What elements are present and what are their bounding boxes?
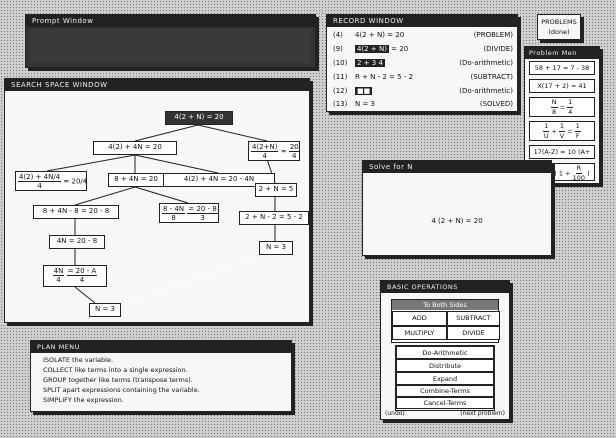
record-highlight: 4(2 + N) <box>355 45 389 53</box>
record-row[interactable]: (9) 4(2 + N) = 20 (DIVIDE) <box>333 45 513 53</box>
node-numerator: = 20 - 8 <box>187 205 218 215</box>
node-numerator: 4N <box>52 267 65 277</box>
subtract-button[interactable]: SUBTRACT <box>447 311 500 326</box>
record-label: (SUBTRACT) <box>470 73 513 81</box>
add-button[interactable]: ADD <box>392 311 447 326</box>
multiply-button[interactable]: MULTIPLY <box>392 326 447 340</box>
record-label: (Do-arithmetic) <box>459 59 513 67</box>
search-space-window: SEARCH SPACE WINDOW 4(2 + N) = 20 4(2) +… <box>4 78 310 323</box>
tree-node[interactable]: 4(2) + 4N = 20 <box>93 141 177 155</box>
node-denominator: 4 <box>79 276 85 285</box>
tree-node[interactable]: 2 + N = 5 <box>255 183 297 197</box>
problems-label: PROBLEMS <box>541 18 577 26</box>
prompt-window-title: Prompt Window <box>26 15 315 27</box>
problem-item[interactable]: 17(A-Z) = 10 (A+ <box>529 145 595 159</box>
solve-window-title: Solve for N <box>363 161 551 173</box>
tree-node[interactable]: N = 3 <box>259 241 293 255</box>
plan-item-group[interactable]: GROUP together like terms (transpose ter… <box>43 376 193 384</box>
solve-equation[interactable]: 4 (2 + N) = 20 <box>363 217 551 225</box>
tree-node[interactable]: 8 + 4N = 20 <box>108 173 164 187</box>
record-equation: R + N - 2 = 5 - 2 <box>355 73 414 81</box>
undo-button[interactable]: (undo) <box>385 410 405 417</box>
next-problem-button[interactable]: (next problem) <box>460 410 505 417</box>
record-equation: = 20 <box>391 45 409 53</box>
do-arithmetic-button[interactable]: Do-Arithmetic <box>396 346 494 359</box>
node-denominator: 3 <box>200 214 205 223</box>
cancel-terms-button[interactable]: Cancel-Terms <box>396 397 494 409</box>
record-num: (9) <box>333 45 343 53</box>
record-num: (12) <box>333 87 348 95</box>
record-window-title: RECORD WINDOW <box>327 15 517 27</box>
record-num: (11) <box>333 73 348 81</box>
record-num: (13) <box>333 100 348 108</box>
record-row[interactable]: (4) 4(2 + N) = 20 (PROBLEM) <box>333 31 513 39</box>
tree-node[interactable]: 4(2) + 4N/4 4 = 20/4 <box>15 171 87 191</box>
tree-node[interactable]: 8 + 4N - 8 = 20 - 8 <box>33 205 119 219</box>
record-highlight: ■■ <box>355 87 373 95</box>
expand-button[interactable]: Expand <box>396 372 494 385</box>
combine-terms-button[interactable]: Combine-Terms <box>396 385 494 397</box>
prompt-window: Prompt Window <box>25 14 316 68</box>
node-rhs: = 20/4 <box>63 177 88 186</box>
record-row[interactable]: (13) N = 3 (SOLVED) <box>333 100 513 108</box>
basic-operations-title: BASIC OPERATIONS <box>381 281 509 293</box>
plan-item-split[interactable]: SPLIT apart expressions containing the v… <box>43 386 200 394</box>
plan-item-simplify[interactable]: SIMPLIFY the expression. <box>43 396 124 404</box>
tree-node[interactable]: 8 - 4N 8 = 20 - 83 <box>159 203 219 223</box>
tree-node[interactable]: 4N = 20 - 8 <box>49 235 105 249</box>
record-label: (Do-arithmetic) <box>459 87 513 95</box>
basic-operations-window: BASIC OPERATIONS To Both Sides ADD SUBTR… <box>380 280 510 420</box>
record-highlight: 2 + 3 4 <box>355 59 385 67</box>
tree-node[interactable]: 4N 4 = 20 - A4 <box>43 265 107 287</box>
plan-menu-title: PLAN MENU <box>31 341 291 353</box>
record-num: (4) <box>333 31 343 39</box>
record-label: (DIVIDE) <box>483 45 513 53</box>
problem-item[interactable]: 58 + 17 = 7 - 38 <box>529 61 595 75</box>
search-space-title: SEARCH SPACE WINDOW <box>5 79 309 91</box>
record-label: (PROBLEM) <box>473 31 513 39</box>
plan-menu-window: PLAN MENU ISOLATE the variable. COLLECT … <box>30 340 292 412</box>
problems-status: (done) <box>548 28 570 36</box>
record-label: (SOLVED) <box>479 100 513 108</box>
node-denominator: 4 <box>56 276 61 285</box>
problem-item[interactable]: X(17 + 2) = 41 <box>529 79 595 93</box>
node-numerator: 4(2) + 4N/4 <box>18 173 62 183</box>
desktop: Prompt Window RECORD WINDOW (4) 4(2 + N)… <box>0 0 616 438</box>
problems-button[interactable]: PROBLEMS (done) <box>537 14 581 40</box>
tree-node[interactable]: N = 3 <box>89 303 121 317</box>
tree-node[interactable]: 4(2+N) 4 = 20 4 <box>248 141 300 161</box>
node-numerator: = 20 - A <box>66 267 98 277</box>
plan-item-isolate[interactable]: ISOLATE the variable. <box>43 356 113 364</box>
record-equation: 4(2 + N) = 20 <box>355 31 405 39</box>
solve-window: Solve for N 4 (2 + N) = 20 <box>362 160 552 256</box>
to-both-sides-label: To Both Sides <box>392 300 498 310</box>
plan-item-collect[interactable]: COLLECT like terms into a single express… <box>43 366 188 374</box>
problem-item[interactable]: N8 = 14 <box>529 97 595 117</box>
problem-item[interactable]: 1U + 1V = 1F <box>529 121 595 141</box>
node-numerator: 8 - 4N <box>162 205 186 215</box>
prompt-input-area[interactable] <box>30 29 311 63</box>
node-denominator: 8 <box>171 214 176 223</box>
problem-menu-title: Problem Men <box>525 47 599 59</box>
record-num: (10) <box>333 59 348 67</box>
tree-node-root[interactable]: 4(2 + N) = 20 <box>165 111 233 125</box>
operations-list: Do-Arithmetic Distribute Expand Combine-… <box>395 345 495 411</box>
record-row[interactable]: (11) R + N - 2 = 5 - 2 (SUBTRACT) <box>333 73 513 81</box>
record-row[interactable]: (12) ■■ (Do-arithmetic) <box>333 87 513 95</box>
record-equation: N = 3 <box>355 100 376 108</box>
record-row[interactable]: (10) 2 + 3 4 (Do-arithmetic) <box>333 59 513 67</box>
divide-button[interactable]: DIVIDE <box>447 326 500 340</box>
to-both-sides-panel: To Both Sides ADD SUBTRACT MULTIPLY DIVI… <box>391 299 500 343</box>
tree-node[interactable]: 2 + N - 2 = 5 - 2 <box>239 211 309 225</box>
distribute-button[interactable]: Distribute <box>396 359 494 372</box>
record-window: RECORD WINDOW (4) 4(2 + N) = 20 (PROBLEM… <box>326 14 518 112</box>
